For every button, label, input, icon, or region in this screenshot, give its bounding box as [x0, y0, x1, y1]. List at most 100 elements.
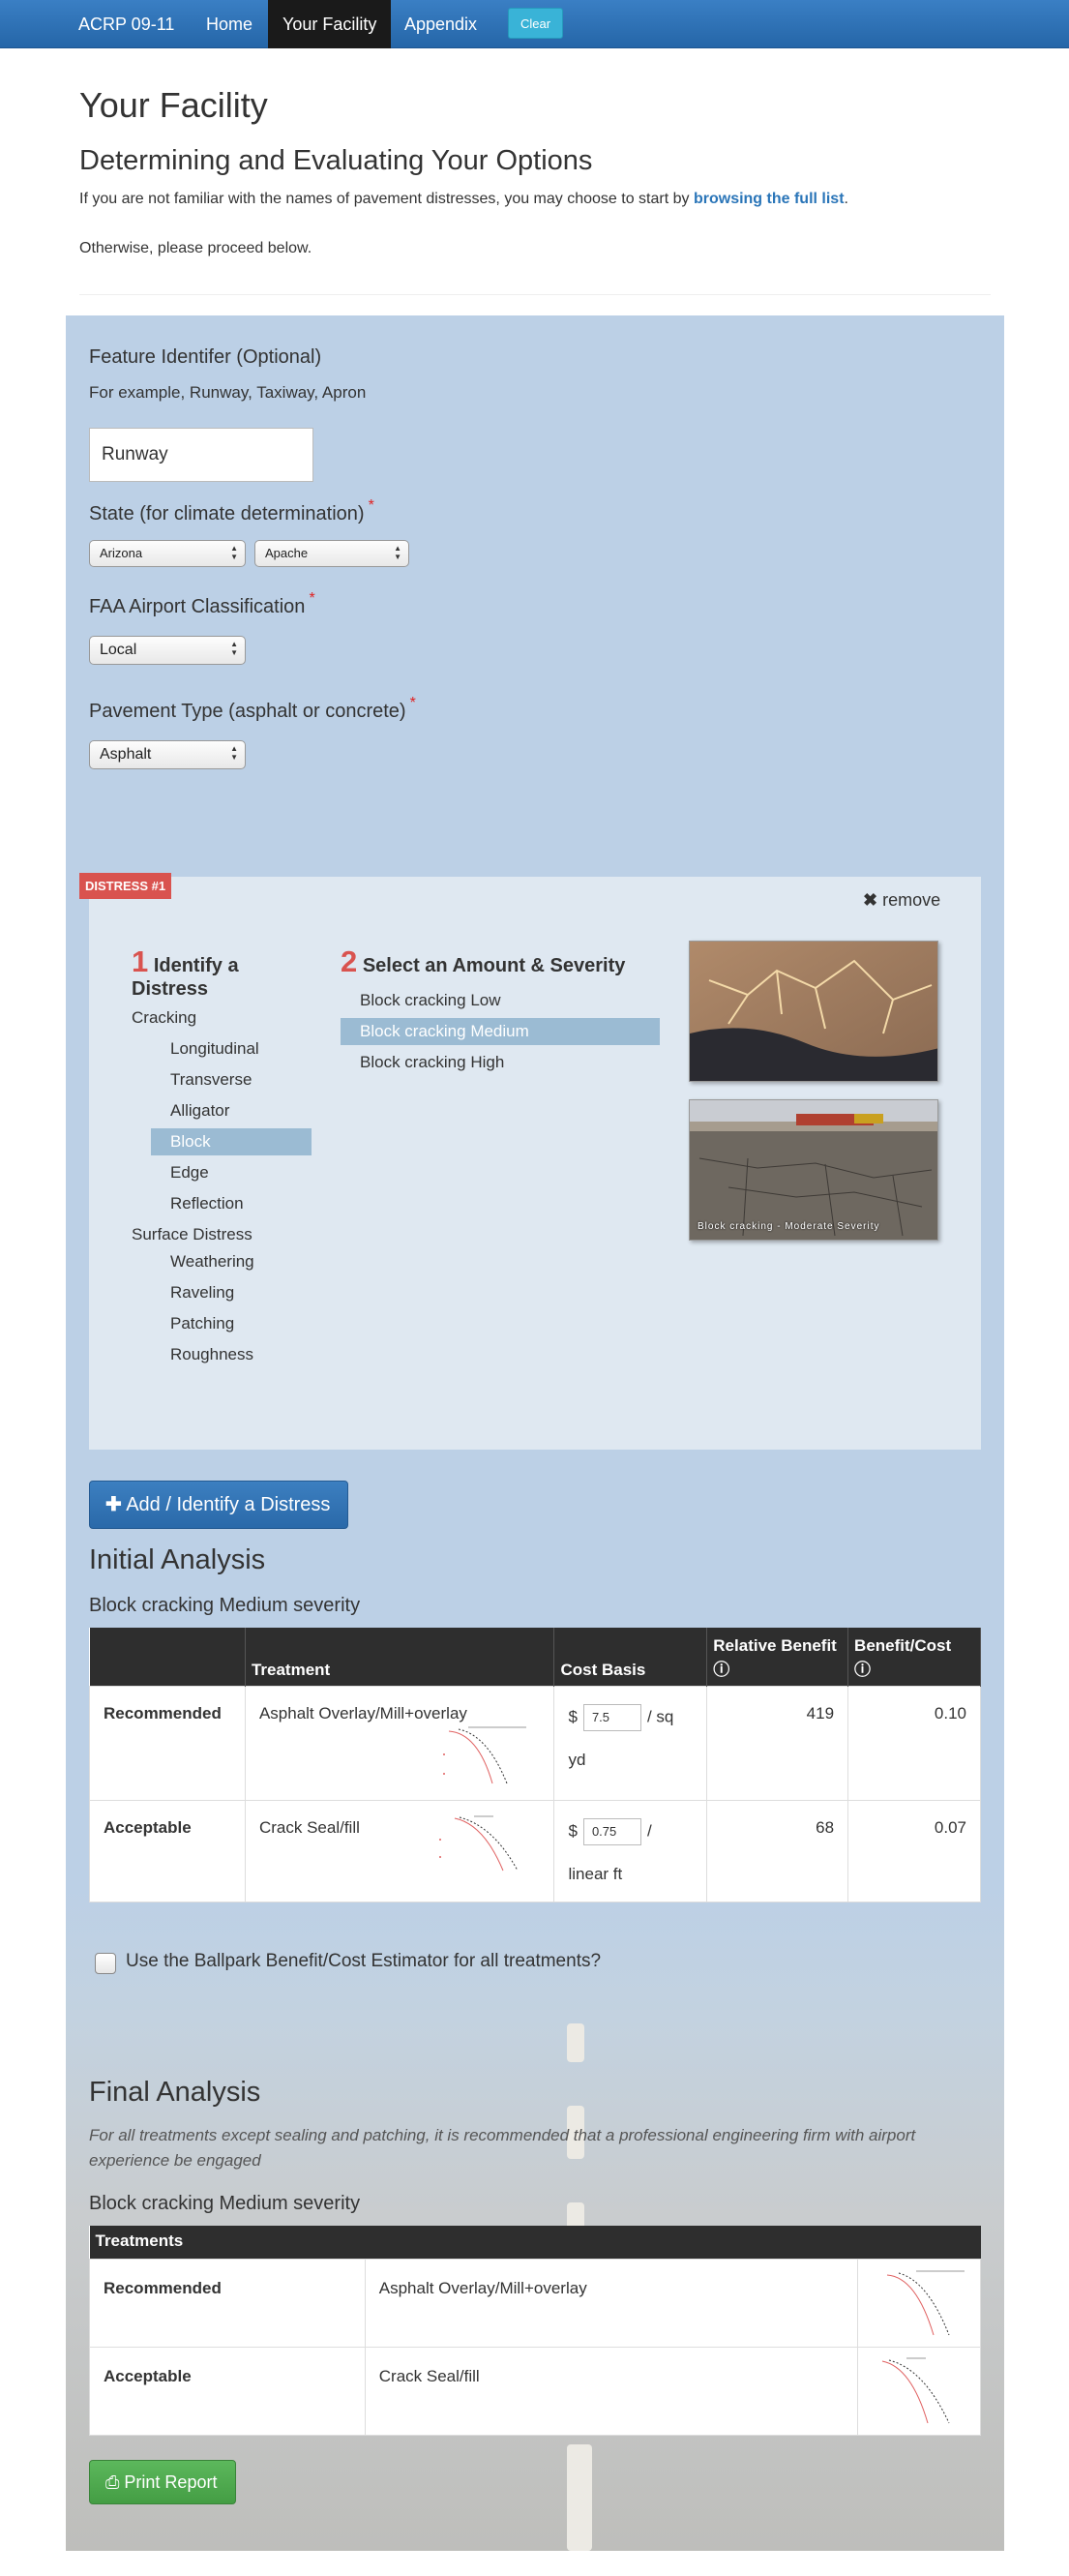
step2-heading: 2 Select an Amount & Severity	[341, 946, 650, 977]
table-header-treatments: Treatments	[89, 2226, 981, 2259]
step2-label: Select an Amount & Severity	[362, 955, 626, 976]
row-chart	[857, 2258, 981, 2348]
cost-input[interactable]: 7.5	[582, 1703, 641, 1731]
distress-airfield-photo[interactable]: Block cracking - Moderate Severity	[689, 1099, 938, 1241]
severity-high[interactable]: Block cracking High	[360, 1049, 504, 1076]
distress-badge: DISTRESS #1	[79, 873, 172, 899]
distress-transverse[interactable]: Transverse	[170, 1066, 252, 1093]
faa-select-value: Local	[100, 642, 137, 658]
faa-classification-select[interactable]: Local ▲ ▼	[89, 636, 246, 665]
currency-symbol: $	[568, 1820, 578, 1840]
step2-number: 2	[341, 944, 358, 978]
row-relative-benefit: 68	[706, 1799, 849, 1902]
table-header-relative-benefit: Relative Benefit ⓘ	[706, 1628, 849, 1686]
category-surface-distress[interactable]: Surface Distress	[132, 1221, 252, 1248]
divider	[79, 294, 991, 295]
faa-classification-label: FAA Airport Classification *	[89, 590, 315, 618]
step1-number: 1	[132, 944, 149, 978]
table-header-treatment: Treatment	[245, 1628, 555, 1686]
currency-symbol: $	[568, 1706, 578, 1725]
intro-text: If you are not familiar with the names o…	[79, 191, 848, 208]
cost-unit-cont: yd	[568, 1750, 586, 1769]
distress-raveling[interactable]: Raveling	[170, 1279, 234, 1306]
info-icon[interactable]: ⓘ	[713, 1661, 729, 1679]
distress-alligator[interactable]: Alligator	[170, 1097, 229, 1124]
add-distress-button[interactable]: ✚ Add / Identify a Distress	[89, 1481, 348, 1529]
pavement-type-label: Pavement Type (asphalt or concrete) *	[89, 695, 416, 723]
distress-reflection[interactable]: Reflection	[170, 1190, 244, 1217]
row-level: Recommended	[89, 1685, 246, 1801]
pavement-select-value: Asphalt	[100, 746, 152, 763]
cost-input[interactable]: 0.75	[582, 1817, 641, 1845]
nav-appendix[interactable]: Appendix	[404, 0, 477, 48]
performance-chart-thumbnail[interactable]	[868, 2355, 974, 2425]
row-benefit-cost: 0.07	[847, 1799, 981, 1902]
state-select[interactable]: Arizona ▲ ▼	[89, 540, 246, 567]
plus-icon: ✚	[105, 1494, 122, 1515]
nav-your-facility[interactable]: Your Facility	[268, 0, 392, 48]
final-analysis-table: Treatments Recommended Asphalt Overlay/M…	[89, 2226, 981, 2436]
pavement-type-select[interactable]: Asphalt ▲ ▼	[89, 740, 246, 769]
distress-patching[interactable]: Patching	[170, 1310, 234, 1337]
feature-identifier-label: Feature Identifer (Optional)	[89, 346, 322, 368]
state-label: State (for climate determination) *	[89, 497, 374, 525]
print-report-label: Print Report	[124, 2472, 218, 2492]
row-treatment: Crack Seal/fill	[364, 2346, 859, 2436]
severity-low[interactable]: Block cracking Low	[360, 987, 501, 1014]
distress-weathering[interactable]: Weathering	[170, 1248, 254, 1275]
row-benefit-cost: 0.10	[847, 1685, 981, 1801]
severity-medium[interactable]: Block cracking Medium	[341, 1018, 660, 1045]
state-label-text: State (for climate determination)	[89, 503, 365, 524]
table-row: Acceptable Crack Seal/fill $0.75/ linear …	[89, 1799, 981, 1902]
proceed-text: Otherwise, please proceed below.	[79, 240, 312, 256]
browse-full-list-link[interactable]: browsing the full list	[694, 191, 845, 207]
select-arrows-icon: ▲ ▼	[230, 744, 238, 762]
table-row: Recommended Asphalt Overlay/Mill+overlay	[89, 2258, 981, 2348]
performance-chart-thumbnail[interactable]	[877, 2267, 974, 2337]
distress-box: DISTRESS #1 ✖ remove 1 Identify a Distre…	[79, 873, 981, 1450]
distress-closeup-photo[interactable]	[689, 941, 938, 1082]
required-asterisk: *	[309, 590, 315, 607]
row-chart	[857, 2346, 981, 2436]
feature-identifier-input[interactable]: Runway	[89, 428, 313, 482]
intro-suffix: .	[844, 191, 848, 207]
benefit-cost-text: Benefit/Cost	[854, 1635, 952, 1655]
cost-unit: / sq	[646, 1706, 674, 1725]
print-report-button[interactable]: ⎙ Print Report	[89, 2460, 236, 2504]
table-header-row: Treatment Cost Basis Relative Benefit ⓘ …	[89, 1628, 981, 1686]
page-subtitle: Determining and Evaluating Your Options	[79, 145, 593, 176]
county-select[interactable]: Apache ▲ ▼	[254, 540, 409, 567]
row-cost-basis: $7.5 / sq yd	[553, 1685, 708, 1801]
row-level: Recommended	[89, 2258, 366, 2348]
cost-unit: /	[646, 1820, 652, 1840]
ballpark-label[interactable]: Use the Ballpark Benefit/Cost Estimator …	[126, 1951, 601, 1972]
distress-longitudinal[interactable]: Longitudinal	[170, 1035, 259, 1063]
close-icon: ✖	[863, 890, 878, 910]
info-icon[interactable]: ⓘ	[854, 1661, 871, 1679]
performance-chart-thumbnail[interactable]	[439, 1725, 536, 1785]
table-header-cost-basis: Cost Basis	[553, 1628, 708, 1686]
row-relative-benefit: 419	[706, 1685, 849, 1801]
clear-button[interactable]: Clear	[508, 8, 564, 39]
required-asterisk: *	[409, 695, 416, 711]
final-analysis-note: For all treatments except sealing and pa…	[89, 2126, 916, 2170]
ballpark-checkbox[interactable]	[95, 1953, 116, 1974]
treatment-name: Crack Seal/fill	[258, 1817, 360, 1837]
nav-home[interactable]: Home	[206, 0, 252, 48]
category-cracking[interactable]: Cracking	[132, 1004, 196, 1032]
pavement-label-text: Pavement Type (asphalt or concrete)	[89, 701, 406, 722]
select-arrows-icon: ▲ ▼	[394, 544, 401, 561]
distress-block[interactable]: Block	[151, 1128, 312, 1155]
page-title: Your Facility	[79, 85, 268, 125]
distress-edge[interactable]: Edge	[170, 1159, 209, 1186]
distress-roughness[interactable]: Roughness	[170, 1341, 253, 1368]
feature-identifier-hint: For example, Runway, Taxiway, Apron	[89, 383, 367, 402]
relative-benefit-text: Relative Benefit	[713, 1635, 837, 1655]
performance-chart-thumbnail[interactable]	[435, 1814, 542, 1874]
select-arrows-icon: ▲ ▼	[230, 544, 238, 561]
table-row: Acceptable Crack Seal/fill	[89, 2346, 981, 2436]
add-distress-label: Add / Identify a Distress	[126, 1494, 331, 1515]
brand-link[interactable]: ACRP 09-11	[78, 0, 174, 48]
step1-heading: 1 Identify a Distress	[132, 946, 267, 1001]
remove-distress-button[interactable]: ✖ remove	[863, 890, 940, 911]
